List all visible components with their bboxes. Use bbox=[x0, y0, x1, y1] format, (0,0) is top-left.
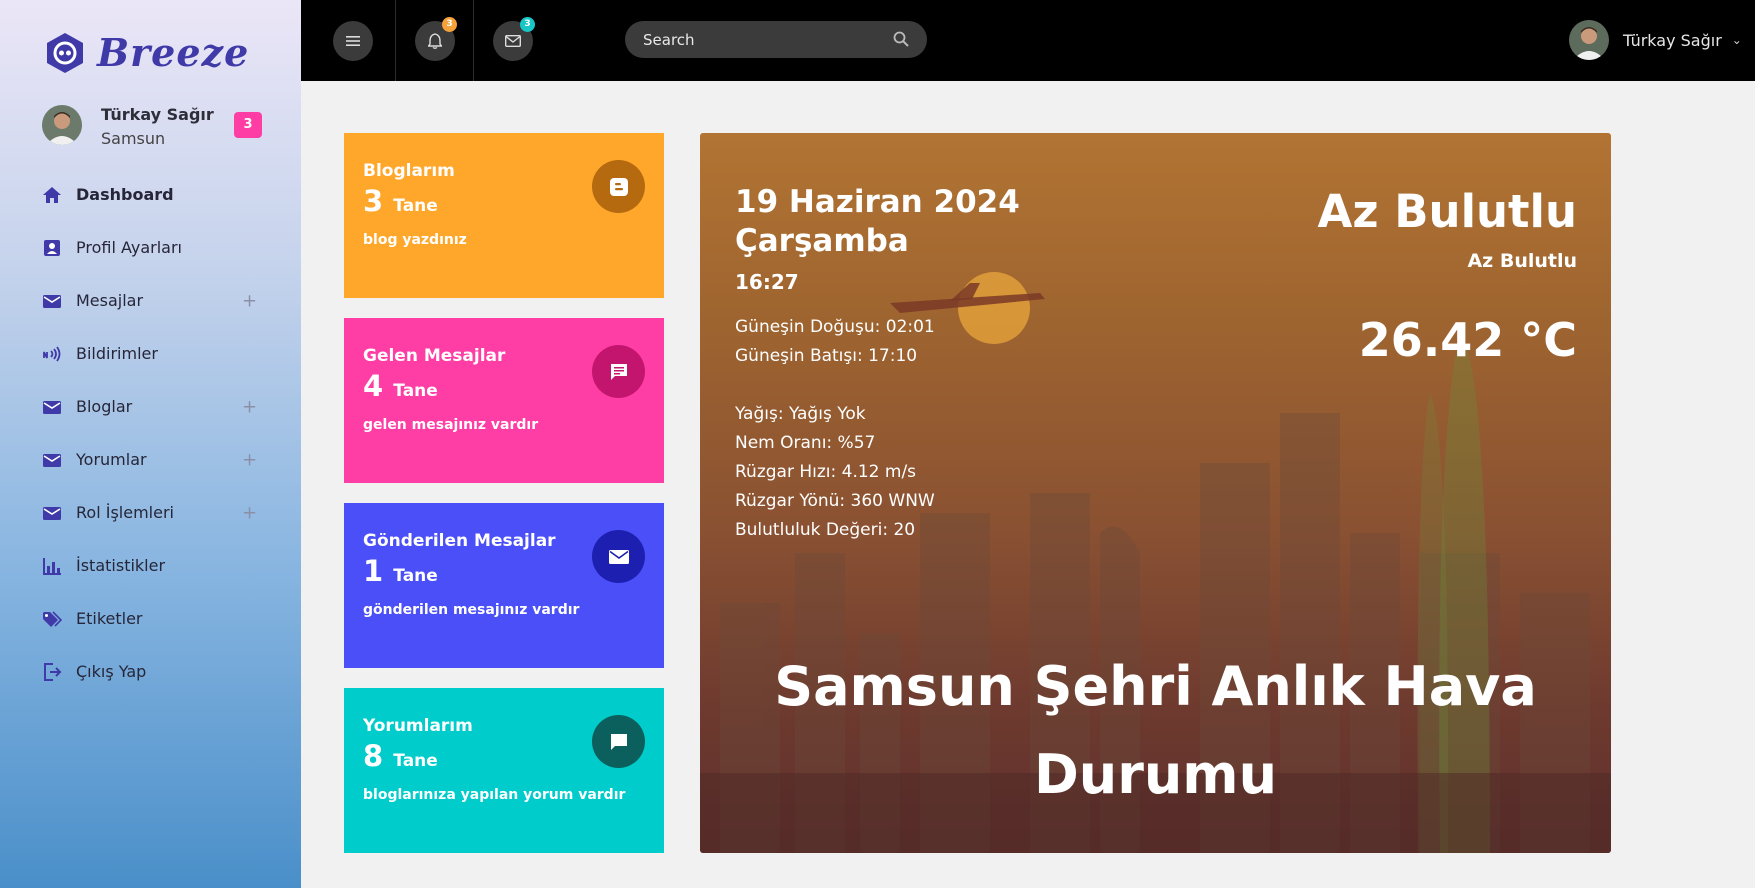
card-title: Gelen Mesajlar bbox=[363, 346, 506, 366]
chat-icon bbox=[592, 345, 645, 398]
cloudiness-text: Bulutluluk Değeri: 20 bbox=[735, 520, 916, 540]
card-count: 4 Tane bbox=[363, 369, 438, 403]
sidebar-item-bloglar[interactable]: Bloglar + bbox=[0, 380, 301, 433]
bell-icon bbox=[428, 33, 442, 49]
precip-text: Yağış: Yağış Yok bbox=[735, 404, 866, 424]
avatar[interactable] bbox=[42, 105, 82, 145]
notifications-badge: 3 bbox=[442, 17, 457, 32]
sidebar-item-label: Rol İşlemleri bbox=[76, 503, 174, 522]
sidebar-item-dashboard[interactable]: Dashboard bbox=[0, 168, 301, 221]
expand-plus-icon[interactable]: + bbox=[242, 396, 257, 417]
topbar-divider bbox=[395, 0, 396, 81]
sunset-text: Güneşin Batışı: 17:10 bbox=[735, 346, 918, 366]
logo-text: Breeze bbox=[97, 30, 250, 75]
user-name: Türkay Sağır bbox=[1623, 30, 1722, 50]
sidebar-item-label: İstatistikler bbox=[76, 556, 166, 575]
hamburger-icon bbox=[346, 36, 360, 46]
card-count: 8 Tane bbox=[363, 739, 438, 773]
broadcast-icon bbox=[42, 344, 62, 364]
avatar[interactable] bbox=[1569, 20, 1609, 60]
weather-time: 16:27 bbox=[735, 270, 799, 294]
sidebar-item-label: Bloglar bbox=[76, 397, 133, 416]
logout-icon bbox=[42, 662, 62, 682]
weather-temperature: 26.42 °C bbox=[1358, 313, 1577, 367]
sidebar-item-etiketler[interactable]: Etiketler bbox=[0, 592, 301, 645]
card-description: bloglarınıza yapılan yorum vardır bbox=[363, 787, 626, 803]
search-icon[interactable] bbox=[893, 31, 909, 47]
sidebar-item-mesajlar[interactable]: Mesajlar + bbox=[0, 274, 301, 327]
search-box bbox=[625, 21, 927, 58]
humidity-text: Nem Oranı: %57 bbox=[735, 433, 876, 453]
sidebar-item-label: Dashboard bbox=[76, 185, 174, 204]
search-input[interactable] bbox=[643, 21, 883, 58]
comment-icon bbox=[592, 715, 645, 768]
card-title: Bloglarım bbox=[363, 161, 455, 181]
weather-headline: Samsun Şehri Anlık Hava Durumu bbox=[774, 655, 1537, 806]
card-title: Yorumlarım bbox=[363, 716, 473, 736]
envelope-icon bbox=[505, 35, 521, 47]
home-icon bbox=[42, 185, 62, 205]
sidebar-item-label: Yorumlar bbox=[76, 450, 147, 469]
mail-icon bbox=[42, 397, 62, 417]
expand-plus-icon[interactable]: + bbox=[242, 502, 257, 523]
sidebar-item-bildirimler[interactable]: Bildirimler bbox=[0, 327, 301, 380]
messages-button[interactable]: 3 bbox=[493, 17, 535, 61]
app-logo[interactable]: Breeze bbox=[43, 30, 249, 75]
sidebar-item-profil-ayarlari[interactable]: Profil Ayarları bbox=[0, 221, 301, 274]
mail-icon bbox=[42, 503, 62, 523]
topbar-divider bbox=[473, 0, 474, 81]
sidebar-item-label: Mesajlar bbox=[76, 291, 144, 310]
sidebar-item-label: Çıkış Yap bbox=[76, 662, 147, 681]
sunrise-text: Güneşin Doğuşu: 02:01 bbox=[735, 317, 935, 337]
sidebar-item-rol-islemleri[interactable]: Rol İşlemleri + bbox=[0, 486, 301, 539]
weather-details: Güneşin Doğuşu: 02:01 Güneşin Batışı: 17… bbox=[735, 313, 935, 545]
profile-city: Samsun bbox=[101, 129, 166, 148]
profile-card-icon bbox=[42, 238, 62, 258]
card-description: gönderilen mesajınız vardır bbox=[363, 602, 580, 618]
weather-condition-sub: Az Bulutlu bbox=[1467, 250, 1577, 272]
expand-plus-icon[interactable]: + bbox=[242, 449, 257, 470]
mail-icon bbox=[42, 450, 62, 470]
card-description: blog yazdınız bbox=[363, 232, 467, 248]
profile-name: Türkay Sağır bbox=[101, 105, 214, 124]
tag-icon bbox=[42, 609, 62, 629]
card-count: 3 Tane bbox=[363, 184, 438, 218]
weather-panel: 19 Haziran 2024 Çarşamba 16:27 Güneşin D… bbox=[700, 133, 1611, 853]
user-menu[interactable]: Türkay Sağır ⌄ bbox=[1569, 20, 1742, 60]
expand-plus-icon[interactable]: + bbox=[242, 290, 257, 311]
sidebar-item-label: Profil Ayarları bbox=[76, 238, 182, 257]
sidebar-nav: Dashboard Profil Ayarları Mesajlar + Bil… bbox=[0, 168, 301, 698]
topbar: 3 3 Türkay Sağır ⌄ bbox=[301, 0, 1755, 81]
wind-speed-text: Rüzgar Hızı: 4.12 m/s bbox=[735, 462, 917, 482]
menu-toggle-button[interactable] bbox=[333, 21, 373, 61]
card-gelen-mesajlar[interactable]: Gelen Mesajlar 4 Tane gelen mesajınız va… bbox=[344, 318, 664, 483]
sidebar-item-istatistikler[interactable]: İstatistikler bbox=[0, 539, 301, 592]
logo-hexagon-icon bbox=[43, 31, 87, 75]
wind-direction-text: Rüzgar Yönü: 360 WNW bbox=[735, 491, 935, 511]
sidebar: Breeze Türkay Sağır Samsun 3 Dashboard P… bbox=[0, 0, 301, 888]
sidebar-item-label: Bildirimler bbox=[76, 344, 158, 363]
blogger-icon bbox=[592, 160, 645, 213]
chevron-down-icon[interactable]: ⌄ bbox=[1732, 33, 1742, 47]
card-yorumlarim[interactable]: Yorumlarım 8 Tane bloglarınıza yapılan y… bbox=[344, 688, 664, 853]
weather-date: 19 Haziran 2024 Çarşamba bbox=[735, 184, 1020, 259]
sidebar-item-label: Etiketler bbox=[76, 609, 143, 628]
card-title: Gönderilen Mesajlar bbox=[363, 531, 556, 551]
messages-badge: 3 bbox=[520, 17, 535, 32]
bar-chart-icon bbox=[42, 556, 62, 576]
card-bloglarim[interactable]: Bloglarım 3 Tane blog yazdınız bbox=[344, 133, 664, 298]
notifications-button[interactable]: 3 bbox=[415, 17, 457, 61]
profile-badge: 3 bbox=[234, 112, 262, 138]
card-gonderilen-mesajlar[interactable]: Gönderilen Mesajlar 1 Tane gönderilen me… bbox=[344, 503, 664, 668]
card-count: 1 Tane bbox=[363, 554, 438, 588]
sidebar-item-yorumlar[interactable]: Yorumlar + bbox=[0, 433, 301, 486]
sidebar-profile[interactable]: Türkay Sağır Samsun 3 bbox=[42, 105, 262, 149]
mail-icon bbox=[42, 291, 62, 311]
card-description: gelen mesajınız vardır bbox=[363, 417, 539, 433]
sidebar-item-cikis-yap[interactable]: Çıkış Yap bbox=[0, 645, 301, 698]
weather-condition: Az Bulutlu bbox=[1317, 185, 1577, 238]
envelope-icon bbox=[592, 530, 645, 583]
